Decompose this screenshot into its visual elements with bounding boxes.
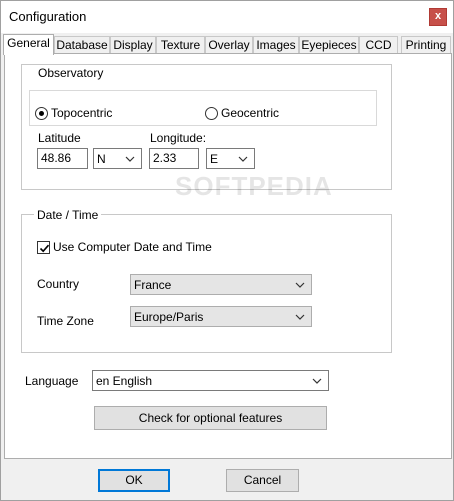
tab-display[interactable]: Display [110, 36, 156, 54]
title-bar: Configuration x [1, 1, 453, 33]
tab-general[interactable]: General [3, 34, 54, 55]
configuration-dialog: Configuration x General Database Display… [0, 0, 454, 501]
topocentric-label[interactable]: Topocentric [51, 106, 112, 120]
chevron-down-icon [238, 156, 248, 162]
close-icon: x [434, 10, 442, 22]
tab-overlay[interactable]: Overlay [205, 36, 253, 54]
timezone-value: Europe/Paris [134, 310, 204, 324]
country-select[interactable]: France [130, 274, 312, 295]
timezone-label: Time Zone [37, 314, 94, 328]
cancel-button[interactable]: Cancel [226, 469, 299, 492]
longitude-input[interactable]: 2.33 [149, 148, 199, 169]
chevron-down-icon [295, 314, 305, 320]
latitude-hemisphere-value: N [97, 152, 106, 166]
observatory-group-label: Observatory [35, 66, 107, 80]
geocentric-radio[interactable] [205, 107, 218, 120]
tab-images[interactable]: Images [253, 36, 299, 54]
latitude-input[interactable]: 48.86 [37, 148, 88, 169]
longitude-hemisphere-select[interactable]: E [206, 148, 255, 169]
radio-selected-dot [39, 111, 44, 116]
datetime-group-label: Date / Time [34, 208, 102, 222]
country-value: France [134, 278, 172, 292]
checkmark-icon [39, 244, 50, 253]
tab-ccd[interactable]: CCD [359, 36, 398, 54]
country-label: Country [37, 277, 80, 291]
general-panel: Observatory Topocentric Geocentric Latit… [4, 53, 452, 459]
use-computer-time-checkbox[interactable] [37, 241, 50, 254]
latitude-hemisphere-select[interactable]: N [93, 148, 142, 169]
chevron-down-icon [312, 378, 322, 384]
longitude-hemisphere-value: E [210, 152, 219, 166]
ok-button[interactable]: OK [98, 469, 170, 492]
tab-eyepieces[interactable]: Eyepieces [299, 36, 359, 54]
tab-printing[interactable]: Printing [401, 36, 451, 54]
chevron-down-icon [295, 282, 305, 288]
watermark-text: SOFTPEDIA [175, 171, 333, 201]
use-computer-time-label[interactable]: Use Computer Date and Time [53, 240, 212, 254]
topocentric-radio[interactable] [35, 107, 48, 120]
language-label: Language [25, 374, 79, 388]
chevron-down-icon [125, 156, 135, 162]
language-value: en English [96, 374, 153, 388]
tab-texture[interactable]: Texture [156, 36, 205, 54]
tab-database[interactable]: Database [54, 36, 110, 54]
window-title: Configuration [9, 9, 87, 24]
timezone-select[interactable]: Europe/Paris [130, 306, 312, 327]
tab-strip: General Database Display Texture Overlay… [3, 34, 453, 55]
geocentric-label[interactable]: Geocentric [221, 106, 279, 120]
latitude-label: Latitude [38, 131, 81, 145]
check-optional-features-button[interactable]: Check for optional features [94, 406, 327, 430]
language-select[interactable]: en English [92, 370, 329, 391]
longitude-label: Longitude: [150, 131, 207, 145]
close-button[interactable]: x [429, 8, 447, 26]
